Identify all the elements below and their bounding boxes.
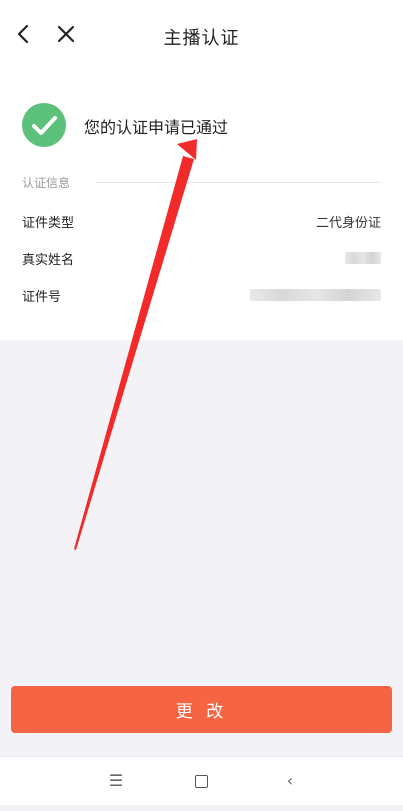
top-navigation-bar: 主播认证	[0, 0, 403, 70]
info-row-real-name: 真实姓名	[22, 249, 381, 269]
id-number-label: 证件号	[22, 290, 62, 305]
change-button[interactable]: 更 改	[11, 686, 392, 733]
success-check-icon	[22, 103, 66, 147]
real-name-redacted	[345, 252, 381, 264]
id-type-label: 证件类型	[22, 216, 75, 231]
id-type-value: 二代身份证	[315, 216, 381, 231]
section-divider	[96, 182, 381, 183]
section-title: 认证信息	[22, 176, 71, 190]
status-message: 您的认证申请已通过	[84, 118, 229, 137]
certification-info-panel: 您的认证申请已通过 认证信息 证件类型 二代身份证 真实姓名 证件号	[0, 70, 403, 340]
real-name-label: 真实姓名	[22, 253, 75, 268]
info-row-id-type: 证件类型 二代身份证	[22, 212, 381, 232]
id-number-redacted	[250, 289, 381, 301]
system-navigation-bar: ☰ ‹	[0, 756, 403, 805]
menu-icon[interactable]: ☰	[106, 771, 126, 791]
info-row-id-number: 证件号	[22, 286, 381, 306]
back-nav-icon[interactable]: ‹	[280, 771, 300, 791]
page-title: 主播认证	[163, 28, 240, 49]
home-icon[interactable]	[195, 775, 208, 788]
